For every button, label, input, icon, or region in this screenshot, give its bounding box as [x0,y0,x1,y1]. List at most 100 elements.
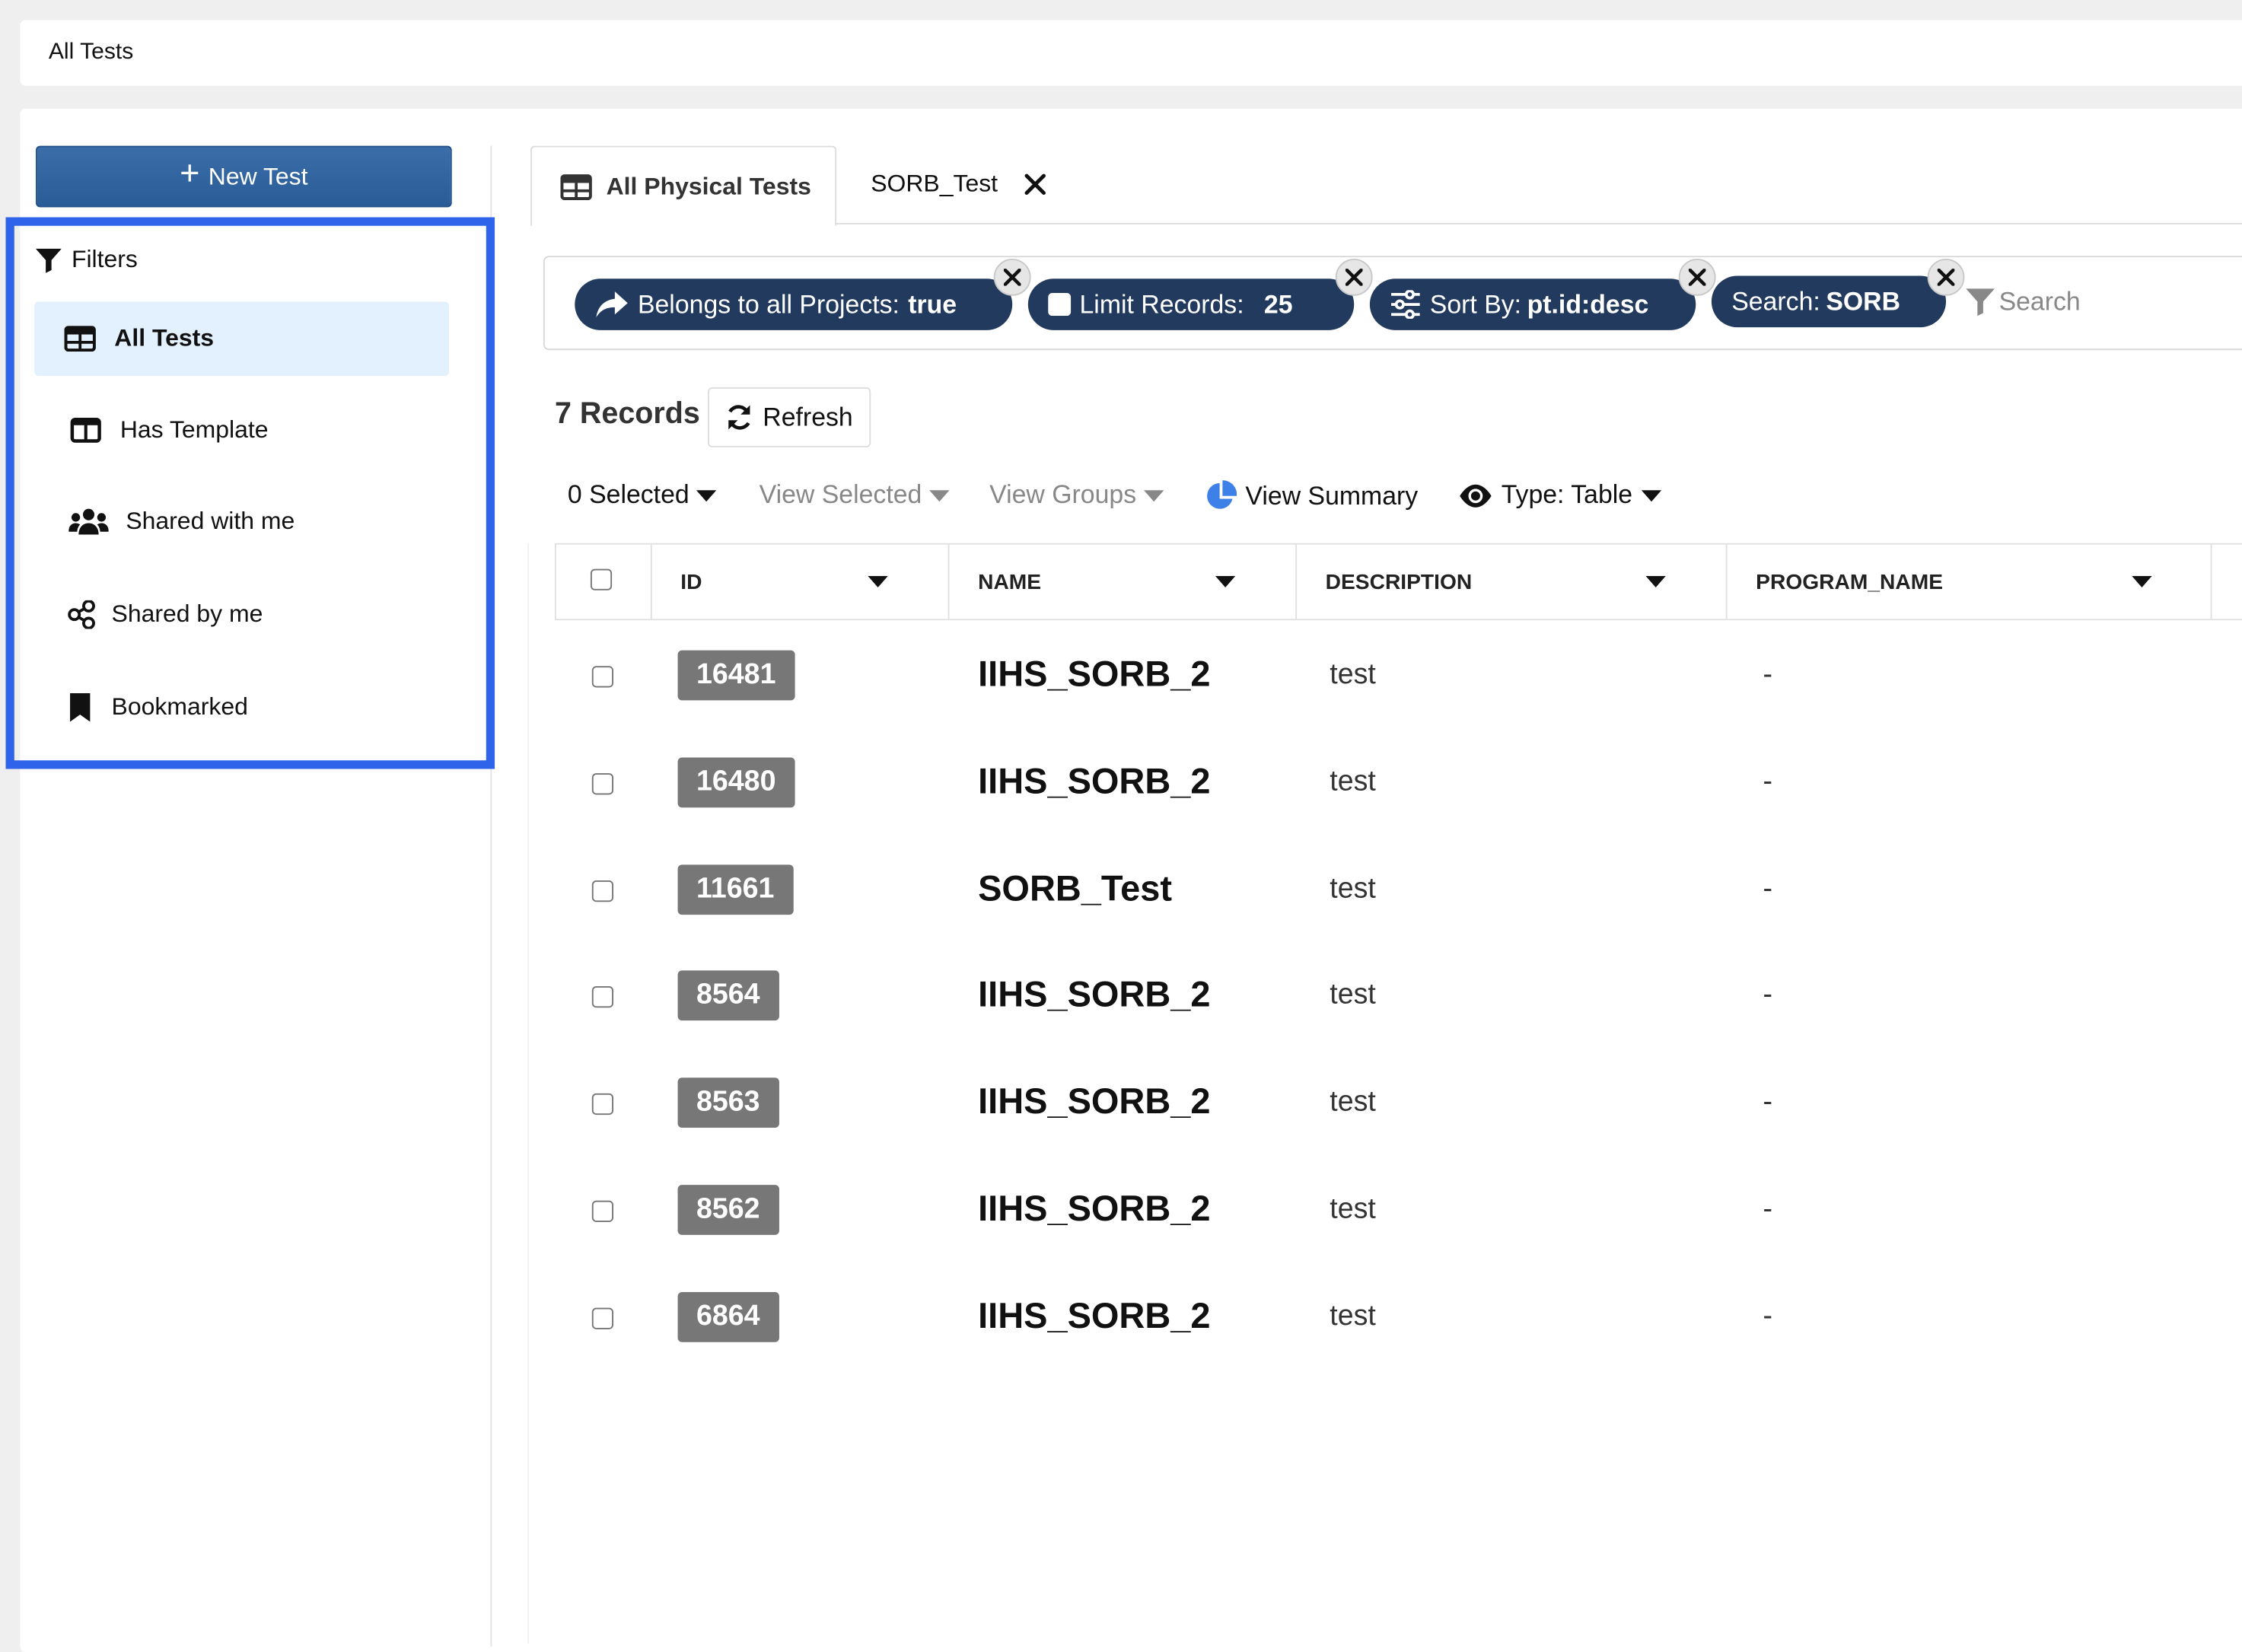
sidebar-item-shared-by-me[interactable]: Shared by me [34,578,449,652]
funnel-icon [1966,288,1995,317]
name-cell[interactable]: IIHS_SORB_2 [978,1297,1210,1338]
id-badge[interactable]: 6864 [677,1291,779,1342]
selected-label: 0 Selected [567,480,689,509]
sidebar-item-all-tests[interactable]: All Tests [34,301,449,376]
program-name-cell: - [1763,658,1773,691]
refresh-icon [729,405,751,430]
remove-chip-sort-button[interactable] [1678,258,1716,296]
search-input[interactable] [1998,286,2242,317]
selected-dropdown[interactable]: 0 Selected [568,480,717,510]
sidebar-item-bookmarked[interactable]: Bookmarked [34,670,449,745]
table-row[interactable]: 16480 IIHS_SORB_2 test - [555,731,2242,836]
table-row[interactable]: 16481 IIHS_SORB_2 test - [555,623,2242,729]
table-row[interactable]: 6864 IIHS_SORB_2 test - [555,1265,2242,1370]
caret-down-icon[interactable] [1645,575,1666,589]
table-row[interactable]: 11661 SORB_Test test - [555,838,2242,944]
columns-icon [65,417,106,443]
table-row[interactable]: 8562 IIHS_SORB_2 test - [555,1157,2242,1263]
description-cell: test [1330,1193,1376,1225]
id-badge[interactable]: 16481 [677,650,795,701]
users-icon [65,508,111,536]
chip-search[interactable]: Search: SORB [1711,275,1947,328]
tab-all-physical-tests[interactable]: All Physical Tests [530,145,837,226]
row-checkbox[interactable] [591,1093,614,1116]
column-header-id[interactable]: ID [650,544,948,619]
column-header-name[interactable]: NAME [947,544,1296,619]
name-cell[interactable]: IIHS_SORB_2 [978,654,1210,695]
share-arrow-icon [596,291,628,317]
funnel-icon [35,248,62,273]
chip-value: pt.id:desc [1527,289,1649,318]
sidebar-item-label: Has Template [119,415,269,444]
tab-underline [836,223,2242,224]
checkbox-box [591,1093,614,1116]
sidebar-item-label: Shared by me [111,600,263,628]
records-count: 7 Records [554,397,700,431]
chip-label: Sort By: [1429,289,1522,318]
name-cell[interactable]: IIHS_SORB_2 [978,762,1210,803]
id-badge[interactable]: 8562 [677,1185,779,1235]
caret-down-icon[interactable] [1215,575,1236,589]
id-badge[interactable]: 11661 [677,864,793,915]
name-cell[interactable]: IIHS_SORB_2 [978,1189,1210,1230]
column-header-description[interactable]: DESCRIPTION [1295,544,1726,619]
program-name-cell: - [1763,1086,1773,1118]
chip-sort-by[interactable]: Sort By: pt.id:desc [1369,279,1696,330]
chip-limit-records[interactable]: Limit Records: 25 [1027,279,1355,330]
view-summary-button[interactable]: View Summary [1205,480,1418,511]
refresh-button[interactable]: Refresh [708,387,871,447]
chip-value: SORB [1826,286,1901,316]
row-checkbox[interactable] [591,880,614,902]
remove-chip-projects-button[interactable] [993,258,1031,296]
column-header-label: ID [680,569,702,594]
tab-label: All Physical Tests [606,172,811,200]
view-groups-dropdown[interactable]: View Groups [989,480,1164,510]
id-badge[interactable]: 8563 [677,1077,779,1128]
new-test-button[interactable]: + New Test [35,145,452,208]
column-header-program-name[interactable]: PROGRAM_NAME [1725,544,2212,619]
search-area [1964,286,2242,317]
row-checkbox[interactable] [591,1307,614,1329]
sidebar-item-shared-with-me[interactable]: Shared with me [34,485,449,559]
close-icon [1003,269,1021,286]
name-cell[interactable]: IIHS_SORB_2 [978,975,1210,1016]
caret-down-icon[interactable] [2132,575,2152,589]
program-name-cell: - [1763,979,1773,1011]
table-row[interactable]: 8564 IIHS_SORB_2 test - [555,944,2242,1049]
bookmark-icon [63,692,97,723]
row-checkbox[interactable] [591,773,614,795]
id-badge[interactable]: 8564 [677,970,779,1021]
checkbox-box [591,666,614,688]
remove-chip-limit-button[interactable] [1335,258,1373,296]
caret-down-icon[interactable] [868,575,888,589]
program-name-cell: - [1763,873,1773,905]
sidebar-item-label: Shared with me [126,507,295,535]
table-icon [60,326,100,352]
id-badge[interactable]: 16480 [677,757,795,808]
type-label: Type: Table [1501,480,1633,509]
type-dropdown[interactable]: Type: Table [1458,480,1661,510]
chip-value: 25 [1263,289,1293,318]
program-name-cell: - [1763,766,1773,798]
description-cell: test [1330,979,1376,1011]
table-row[interactable]: 8563 IIHS_SORB_2 test - [555,1051,2242,1157]
tab-sorb-test[interactable]: SORB_Test [871,146,1046,223]
view-selected-dropdown[interactable]: View Selected [760,480,950,510]
description-cell: test [1330,1086,1376,1118]
sidebar-item-has-template[interactable]: Has Template [34,393,449,468]
caret-down-icon [1641,489,1661,501]
name-cell[interactable]: IIHS_SORB_2 [978,1082,1210,1123]
row-checkbox[interactable] [591,1200,614,1222]
eye-icon [1460,483,1492,507]
description-cell: test [1330,873,1376,905]
sidebar-item-label: All Tests [114,324,215,352]
row-checkbox[interactable] [591,666,614,688]
close-icon[interactable] [1024,173,1046,196]
description-cell: test [1330,1300,1376,1332]
chip-projects[interactable]: Belongs to all Projects: true [575,279,1013,330]
refresh-label: Refresh [763,402,853,431]
name-cell[interactable]: SORB_Test [978,869,1172,910]
row-checkbox[interactable] [591,986,614,1008]
remove-chip-search-button[interactable] [1927,258,1965,296]
select-all-checkbox[interactable] [590,568,613,590]
